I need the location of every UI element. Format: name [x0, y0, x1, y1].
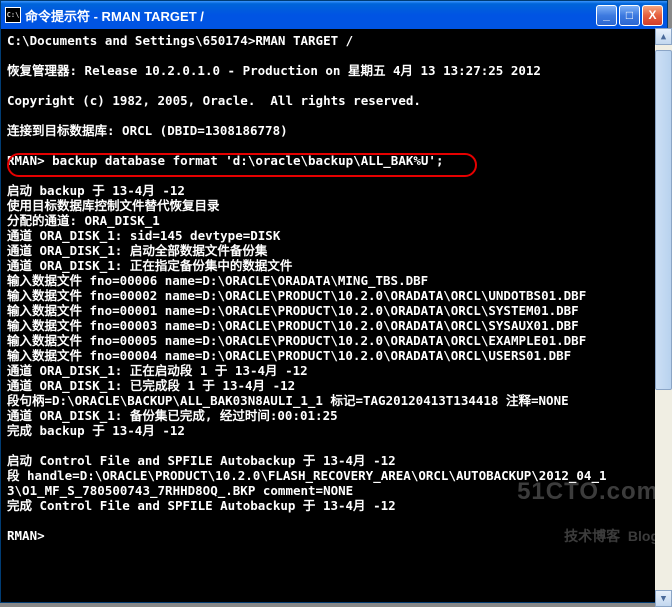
- terminal-line: 输入数据文件 fno=00006 name=D:\ORACLE\ORADATA\…: [7, 273, 428, 288]
- terminal-line: 连接到目标数据库: ORCL (DBID=1308186778): [7, 123, 288, 138]
- vertical-scrollbar[interactable]: ▲ ▼: [655, 28, 672, 607]
- terminal-line: 启动 backup 于 13-4月 -12: [7, 183, 185, 198]
- terminal-line: 输入数据文件 fno=00001 name=D:\ORACLE\PRODUCT\…: [7, 303, 579, 318]
- window-controls: _ □ X: [596, 5, 663, 26]
- terminal-line: 输入数据文件 fno=00003 name=D:\ORACLE\PRODUCT\…: [7, 318, 579, 333]
- terminal-line: 通道 ORA_DISK_1: sid=145 devtype=DISK: [7, 228, 280, 243]
- terminal-window: C:\ 命令提示符 - RMAN TARGET / _ □ X C:\Docum…: [0, 0, 668, 603]
- terminal-line: 通道 ORA_DISK_1: 已完成段 1 于 13-4月 -12: [7, 378, 295, 393]
- watermark: 51CTO.com 技术博客 Blog: [517, 454, 659, 574]
- rman-prompt: RMAN>: [7, 528, 45, 543]
- window-title: 命令提示符 - RMAN TARGET /: [25, 6, 596, 25]
- terminal-line: 通道 ORA_DISK_1: 正在指定备份集中的数据文件: [7, 258, 292, 273]
- terminal-line: 使用目标数据库控制文件替代恢复目录: [7, 198, 220, 213]
- terminal-line: 分配的通道: ORA_DISK_1: [7, 213, 160, 228]
- terminal-line: 输入数据文件 fno=00005 name=D:\ORACLE\PRODUCT\…: [7, 333, 586, 348]
- terminal-line: 输入数据文件 fno=00002 name=D:\ORACLE\PRODUCT\…: [7, 288, 586, 303]
- titlebar[interactable]: C:\ 命令提示符 - RMAN TARGET / _ □ X: [1, 1, 667, 29]
- minimize-button[interactable]: _: [596, 5, 617, 26]
- scroll-up-button[interactable]: ▲: [655, 28, 672, 45]
- watermark-brand: 51CTO.com: [517, 484, 659, 499]
- terminal-output[interactable]: C:\Documents and Settings\650174>RMAN TA…: [1, 29, 667, 602]
- watermark-subtitle: 技术博客 Blog: [517, 529, 659, 544]
- terminal-line: 通道 ORA_DISK_1: 备份集已完成, 经过时间:00:01:25: [7, 408, 338, 423]
- terminal-line: 3\O1_MF_S_780500743_7RHHD8OQ_.BKP commen…: [7, 483, 353, 498]
- terminal-line: 段句柄=D:\ORACLE\BACKUP\ALL_BAK03N8AULI_1_1…: [7, 393, 569, 408]
- terminal-line: 恢复管理器: Release 10.2.0.1.0 - Production o…: [7, 63, 541, 78]
- terminal-line: C:\Documents and Settings\650174>RMAN TA…: [7, 33, 353, 48]
- terminal-line: 输入数据文件 fno=00004 name=D:\ORACLE\PRODUCT\…: [7, 348, 571, 363]
- app-icon: C:\: [5, 7, 21, 23]
- terminal-line: 完成 Control File and SPFILE Autobackup 于 …: [7, 498, 396, 513]
- terminal-line: 通道 ORA_DISK_1: 正在启动段 1 于 13-4月 -12: [7, 363, 308, 378]
- scroll-track[interactable]: [655, 45, 672, 590]
- terminal-line: 通道 ORA_DISK_1: 启动全部数据文件备份集: [7, 243, 267, 258]
- scroll-thumb[interactable]: [655, 50, 672, 390]
- terminal-line: 完成 backup 于 13-4月 -12: [7, 423, 185, 438]
- rman-command-line: RMAN> backup database format 'd:\oracle\…: [7, 153, 444, 168]
- terminal-line: 启动 Control File and SPFILE Autobackup 于 …: [7, 453, 396, 468]
- close-button[interactable]: X: [642, 5, 663, 26]
- maximize-button[interactable]: □: [619, 5, 640, 26]
- terminal-line: Copyright (c) 1982, 2005, Oracle. All ri…: [7, 93, 421, 108]
- scroll-down-button[interactable]: ▼: [655, 590, 672, 607]
